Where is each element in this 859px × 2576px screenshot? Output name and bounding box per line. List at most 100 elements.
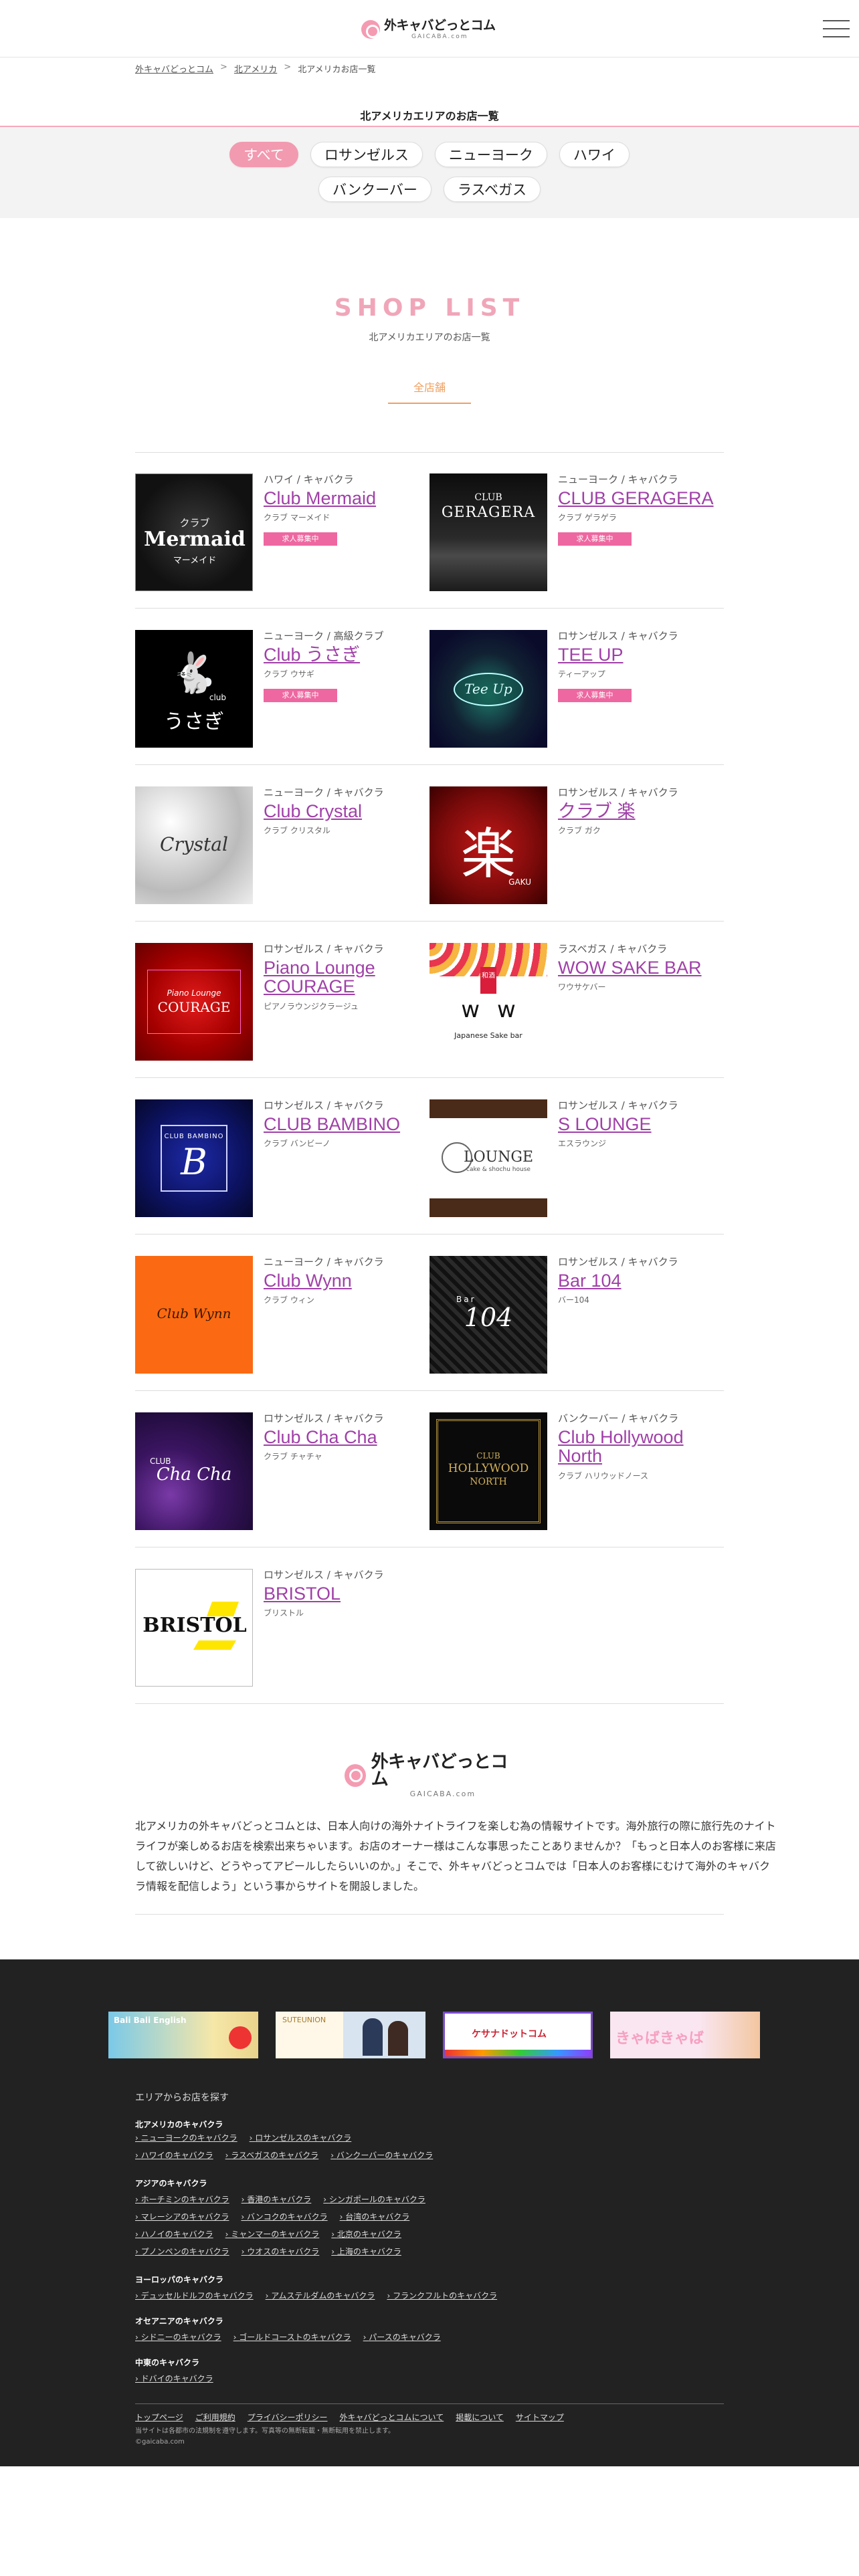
footer-area-link[interactable]: › ゴールドコーストのキャバクラ bbox=[233, 2331, 351, 2343]
banner-badge-icon bbox=[229, 2026, 252, 2049]
filter-las-vegas[interactable]: ラスベガス bbox=[443, 177, 541, 202]
hamburger-menu-icon[interactable] bbox=[823, 20, 850, 37]
shop-thumbnail[interactable]: CLUB HOLLYWOOD NORTH bbox=[430, 1412, 547, 1530]
banner-bali-english[interactable]: Bali Bali English bbox=[108, 2012, 258, 2058]
shop-name-link[interactable]: Club うさぎ bbox=[264, 645, 424, 665]
shop-name-link[interactable]: S LOUNGE bbox=[558, 1115, 719, 1134]
shop-thumbnail[interactable]: Bar 104 bbox=[430, 1256, 547, 1374]
shop-name-link[interactable]: Club Mermaid bbox=[264, 489, 424, 508]
footer-area-link[interactable]: › シドニーのキャバクラ bbox=[135, 2331, 221, 2343]
footer-area-link[interactable]: › ドバイのキャバクラ bbox=[135, 2373, 213, 2384]
footer-link-sitemap[interactable]: サイトマップ bbox=[516, 2411, 564, 2423]
shop-thumbnail[interactable]: 楽 GAKU bbox=[430, 786, 547, 904]
shop-thumbnail[interactable]: Crystal bbox=[135, 786, 253, 904]
shop-kana: バー104 bbox=[558, 1295, 589, 1305]
filter-new-york[interactable]: ニューヨーク bbox=[434, 142, 547, 167]
thumb-label: cake & shochu house bbox=[466, 1166, 531, 1173]
footer-link-row: › デュッセルドルフのキャバクラ › アムステルダムのキャバクラ › フランクフ… bbox=[135, 2290, 497, 2301]
site-logo[interactable]: 外キャバどっとコム GAICABA.com bbox=[361, 17, 498, 41]
thumb-label: NORTH bbox=[470, 1477, 507, 1487]
footer-area-link[interactable]: › プノンペンのキャバクラ bbox=[135, 2246, 229, 2257]
footer-area-link[interactable]: › 上海のキャバクラ bbox=[331, 2246, 401, 2257]
shop-name-link[interactable]: Bar 104 bbox=[558, 1271, 719, 1291]
footer-area-link[interactable]: › ウオスのキャバクラ bbox=[242, 2246, 320, 2257]
shop-list-heading: SHOP LIST bbox=[334, 294, 525, 322]
footer-area-link[interactable]: › 台湾のキャバクラ bbox=[340, 2211, 410, 2222]
shop-thumbnail[interactable]: CLUB Cha Cha bbox=[135, 1412, 253, 1530]
shop-name-link[interactable]: Club Cha Cha bbox=[264, 1428, 424, 1447]
shop-category: ニューヨーク / キャバクラ bbox=[264, 1256, 384, 1268]
filter-hawaii[interactable]: ハワイ bbox=[559, 142, 630, 167]
footer-link-row: › ニューヨークのキャバクラ › ロサンゼルスのキャバクラ bbox=[135, 2132, 351, 2143]
breadcrumb-home-link[interactable]: 外キャバどっとコム bbox=[135, 62, 213, 75]
footer-link-listing[interactable]: 掲載について bbox=[456, 2411, 504, 2423]
shop-thumbnail[interactable]: 和酒 ww Japanese Sake bar bbox=[430, 943, 547, 1061]
footer-area-link[interactable]: › バンコクのキャバクラ bbox=[241, 2211, 327, 2222]
breadcrumb-north-america-link[interactable]: 北アメリカ bbox=[234, 62, 277, 75]
banner-kesana[interactable]: ケサナドットコム bbox=[443, 2012, 593, 2058]
footer-area-link[interactable]: › フランクフルトのキャバクラ bbox=[387, 2290, 497, 2301]
footer-link-row: › マレーシアのキャバクラ › バンコクのキャバクラ › 台湾のキャバクラ bbox=[135, 2211, 409, 2222]
shop-name-link[interactable]: Club Hollywood North bbox=[558, 1428, 719, 1466]
shop-kana: エスラウンジ bbox=[558, 1139, 607, 1149]
shop-thumbnail[interactable]: クラブ Mermaid マーメイド bbox=[135, 473, 253, 591]
shop-thumbnail[interactable]: Club Wynn bbox=[135, 1256, 253, 1374]
footer-area-link[interactable]: › バンクーバーのキャバクラ bbox=[330, 2149, 433, 2161]
footer-area-link[interactable]: › 北京のキャバクラ bbox=[331, 2228, 401, 2240]
shop-thumbnail[interactable]: 🐇 club うさぎ bbox=[135, 630, 253, 748]
shop-name-link[interactable]: BRISTOL bbox=[264, 1584, 424, 1604]
shop-thumbnail[interactable]: BRISTOL bbox=[135, 1569, 253, 1687]
footer-area-link[interactable]: › ニューヨークのキャバクラ bbox=[135, 2132, 237, 2143]
footer-area-link[interactable]: › パースのキャバクラ bbox=[363, 2331, 441, 2343]
footer-area-link[interactable]: › ミャンマーのキャバクラ bbox=[225, 2228, 320, 2240]
footer-area-link[interactable]: › デュッセルドルフのキャバクラ bbox=[135, 2290, 254, 2301]
footer-area-link[interactable]: › アムステルダムのキャバクラ bbox=[266, 2290, 375, 2301]
shop-name-link[interactable]: CLUB BAMBINO bbox=[264, 1115, 424, 1134]
footer-area-link[interactable]: › ハノイのキャバクラ bbox=[135, 2228, 213, 2240]
shop-thumbnail[interactable]: CLUB GERAGERA bbox=[430, 473, 547, 591]
filter-vancouver[interactable]: バンクーバー bbox=[318, 177, 432, 202]
shop-name-link[interactable]: Piano Lounge COURAGE bbox=[264, 958, 424, 996]
footer-link-terms[interactable]: ご利用規約 bbox=[195, 2411, 235, 2423]
footer-link-about[interactable]: 外キャバどっとコムについて bbox=[340, 2411, 444, 2423]
thumb-label: CLUB BAMBINO bbox=[164, 1133, 224, 1140]
shop-kana: ティーアップ bbox=[558, 669, 605, 679]
thumb-label: CLUB bbox=[474, 492, 502, 503]
site-footer: Bali Bali English SUTEUNION ケサナドットコム きゃば… bbox=[0, 1959, 859, 2466]
footer-area-link[interactable]: › ラスベガスのキャバクラ bbox=[225, 2149, 319, 2161]
shop-kana: クラブ ハリウッドノース bbox=[558, 1471, 648, 1481]
tab-all-shops[interactable]: 全店舗 bbox=[388, 379, 471, 404]
shop-category: ロサンゼルス / キャバクラ bbox=[558, 1099, 678, 1111]
shop-name-link[interactable]: クラブ 楽 bbox=[558, 802, 719, 821]
breadcrumb-separator-icon: > bbox=[220, 62, 227, 72]
about-logo[interactable]: 外キャバどっとコム GAICABA.com bbox=[345, 1753, 514, 1798]
footer-area-link[interactable]: › ハワイのキャバクラ bbox=[135, 2149, 213, 2161]
filter-los-angeles[interactable]: ロサンゼルス bbox=[310, 142, 423, 167]
shop-kana: クラブ バンビーノ bbox=[264, 1139, 330, 1149]
footer-link-privacy[interactable]: プライバシーポリシー bbox=[248, 2411, 328, 2423]
footer-area-link[interactable]: › 香港のキャバクラ bbox=[242, 2193, 312, 2205]
shop-name-link[interactable]: TEE UP bbox=[558, 645, 719, 665]
thumb-label: Tee Up bbox=[464, 681, 512, 697]
shop-name-link[interactable]: Club Crystal bbox=[264, 802, 424, 821]
shop-thumbnail[interactable]: LOUNGE cake & shochu house bbox=[430, 1099, 547, 1217]
banner-kyabakyaba[interactable]: きゃばきゃば bbox=[610, 2012, 760, 2058]
banner-suteunion[interactable]: SUTEUNION bbox=[276, 2012, 425, 2058]
shop-card: CLUB GERAGERA ニューヨーク / キャバクラ CLUB GERAGE… bbox=[430, 452, 724, 609]
footer-area-link[interactable]: › ホーチミンのキャバクラ bbox=[135, 2193, 229, 2205]
rabbit-icon: 🐇 bbox=[169, 650, 219, 695]
shop-name-link[interactable]: Club Wynn bbox=[264, 1271, 424, 1291]
footer-area-link[interactable]: › ロサンゼルスのキャバクラ bbox=[250, 2132, 352, 2143]
shop-thumbnail[interactable]: Tee Up bbox=[430, 630, 547, 748]
footer-area-link[interactable]: › シンガポールのキャバクラ bbox=[323, 2193, 425, 2205]
logo-title: 外キャバどっとコム bbox=[371, 1752, 508, 1790]
shop-name-link[interactable]: WOW SAKE BAR bbox=[558, 958, 719, 978]
footer-link-top[interactable]: トップページ bbox=[135, 2411, 183, 2423]
shop-thumbnail[interactable]: Piano Lounge COURAGE bbox=[135, 943, 253, 1061]
shop-thumbnail[interactable]: CLUB BAMBINO B bbox=[135, 1099, 253, 1217]
breadcrumb-separator-icon: > bbox=[284, 62, 292, 72]
shop-name-link[interactable]: CLUB GERAGERA bbox=[558, 489, 719, 508]
footer-area-link[interactable]: › マレーシアのキャバクラ bbox=[135, 2211, 229, 2222]
filter-all[interactable]: すべて bbox=[229, 142, 298, 167]
divider bbox=[135, 1914, 724, 1915]
